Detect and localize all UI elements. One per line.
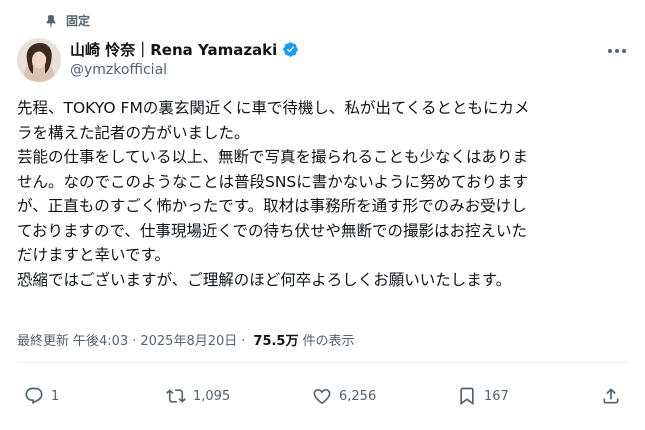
tweet-meta: 最終更新 午後4:03 · 2025年8月20日 · 75.5万 件の表示 (17, 330, 355, 349)
updated-label: 最終更新 (17, 334, 70, 349)
author-handle[interactable]: @ymzkofficial (70, 62, 167, 78)
like-count: 6,256 (339, 388, 377, 404)
share-icon (603, 388, 619, 404)
tweet-line: だけますと幸いです。 (17, 246, 170, 264)
author-name-row: 山崎 怜奈｜Rena Yamazaki (70, 38, 299, 60)
tweet-line: 恐縮ではございますが、ご理解のほど何卒よろしくお願いいたします。 (17, 270, 512, 289)
tweet-time[interactable]: 午後4:03 (73, 330, 128, 349)
view-count: 75.5万 (253, 334, 299, 349)
reply-count: 1 (51, 388, 60, 404)
tweet-text: 先程、TOKYO FMの裏玄関近くに車で待機し、私が出てくるとともにカメ ラを構… (17, 96, 629, 292)
tweet-line: 芸能の仕事をしている以上、無断で写真を撮られることも少なくはありま (17, 148, 529, 166)
tweet-line: ておりますので、仕事現場近くでの待ち伏せや無断での撮影はお控えいた (17, 221, 527, 240)
repost-button[interactable]: 1,095 (166, 386, 230, 406)
bookmark-count: 167 (484, 388, 509, 404)
reply-button[interactable]: 1 (24, 386, 59, 406)
tweet-line: 先程、TOKYO FMの裏玄関近くに車で待機し、私が出てくるとともにカメ (17, 99, 530, 117)
author-display-name[interactable]: 山崎 怜奈｜Rena Yamazaki (70, 39, 277, 60)
reply-icon (25, 387, 43, 405)
action-bar: 1 1,095 6,256 167 (0, 380, 645, 414)
heart-icon (313, 388, 331, 405)
like-button[interactable]: 6,256 (312, 386, 376, 406)
tweet-line: ラを構えた記者の方がいました。 (17, 123, 250, 142)
more-dots-icon (608, 49, 626, 53)
share-button[interactable] (601, 386, 621, 406)
meta-separator: · (241, 334, 246, 349)
pin-icon (44, 14, 58, 28)
pinned-indicator: 固定 (44, 12, 90, 29)
verified-badge-icon (282, 41, 299, 58)
tweet-date[interactable]: 2025年8月20日 (140, 330, 237, 349)
bookmark-icon (460, 387, 474, 406)
view-count-label: 件の表示 (302, 334, 355, 349)
repost-icon (166, 389, 186, 403)
bookmark-button[interactable]: 167 (457, 386, 509, 406)
divider (17, 362, 629, 363)
tweet-line: が、正直ものすごく怖かったです。取材は事務所を通す形でのみお受けし (17, 197, 527, 215)
more-options-button[interactable] (605, 42, 629, 60)
avatar[interactable] (17, 38, 61, 82)
repost-count: 1,095 (193, 388, 231, 404)
pinned-label: 固定 (66, 14, 91, 28)
tweet-line: せん。なのでこのようなことは普段SNSに書かないように努めております (17, 172, 528, 191)
meta-separator: · (132, 334, 137, 349)
